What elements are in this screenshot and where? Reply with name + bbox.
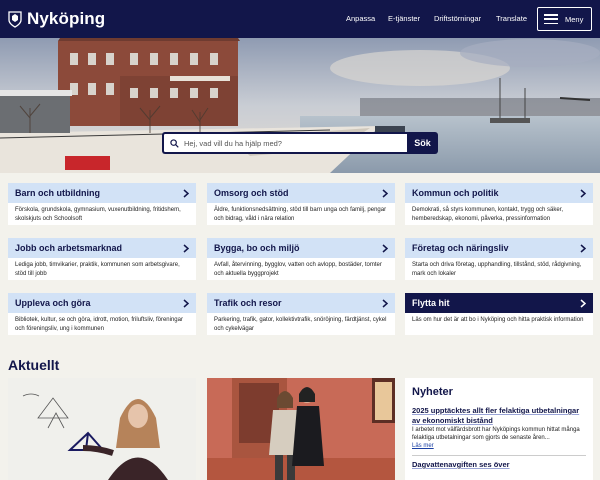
card-header: Kommun och politik (405, 183, 593, 203)
card-description: Läs om hur det är att bo i Nyköping och … (412, 317, 584, 323)
news-item: Dagvattenavgiften ses över (412, 460, 586, 470)
card-title: Kommun och politik (412, 188, 499, 198)
card-description: Bibliotek, kultur, se och göra, idrott, … (15, 317, 183, 332)
card-header: Jobb och arbetsmarknad (8, 238, 196, 258)
chevron-right-icon (183, 243, 189, 253)
chevron-right-icon (580, 298, 586, 308)
chevron-right-icon (183, 298, 189, 308)
card-flytta-hit[interactable]: Flytta hit Läs om hur det är att bo i Ny… (405, 293, 593, 335)
nav-driftstorningar[interactable]: Driftstörningar (434, 14, 481, 23)
aktuellt-heading: Aktuellt (8, 357, 60, 373)
card-header: Företag och näringsliv (405, 238, 593, 258)
card-title: Jobb och arbetsmarknad (15, 243, 123, 253)
card-header: Uppleva och göra (8, 293, 196, 313)
news-item-title[interactable]: 2025 upptäcktes allt fler felaktiga utbe… (412, 406, 586, 425)
chevron-right-icon (382, 188, 388, 198)
card-description: Förskola, grundskola, gymnasium, vuxenut… (15, 207, 181, 222)
search-bar: Sök (162, 132, 438, 154)
card-description: Parkering, trafik, gator, kollektivtrafi… (214, 317, 387, 332)
site-logo[interactable]: Nyköping (8, 9, 105, 29)
card-omsorg-och-stod[interactable]: Omsorg och stöd Äldre, funktionsnedsättn… (207, 183, 395, 225)
search-button[interactable]: Sök (407, 132, 438, 154)
teacher-photo (8, 378, 196, 480)
news-panel: Nyheter 2025 upptäcktes allt fler felakt… (405, 378, 593, 480)
hamburger-icon (544, 14, 558, 24)
card-description: Demokrati, så styrs kommunen, kontakt, t… (412, 207, 564, 222)
card-header: Barn och utbildning (8, 183, 196, 203)
chevron-right-icon (382, 243, 388, 253)
chevron-right-icon (183, 188, 189, 198)
card-title: Barn och utbildning (15, 188, 100, 198)
people-photo (207, 378, 395, 480)
news-item-text: I arbetet mot välfärdsbrott har Nyköping… (412, 427, 580, 441)
hero-image: Sök (0, 38, 600, 173)
logo-text: Nyköping (27, 9, 106, 28)
card-title: Uppleva och göra (15, 298, 91, 308)
card-description: Starta och driva företag, upphandling, t… (412, 262, 582, 277)
card-description: Äldre, funktionsnedsättning, stöd till b… (214, 207, 387, 222)
nav-anpassa[interactable]: Anpassa (346, 14, 375, 23)
nav-translate[interactable]: Translate (496, 14, 527, 23)
card-bygga-bo-och-miljo[interactable]: Bygga, bo och miljö Avfall, återvinning,… (207, 238, 395, 280)
card-description: Avfall, återvinning, bygglov, vatten och… (214, 262, 382, 277)
news-heading: Nyheter (412, 386, 453, 398)
news-item-title[interactable]: Dagvattenavgiften ses över (412, 460, 586, 470)
card-title: Trafik och resor (214, 298, 282, 308)
chevron-right-icon (382, 298, 388, 308)
card-barn-och-utbildning[interactable]: Barn och utbildning Förskola, grundskola… (8, 183, 196, 225)
card-jobb-och-arbetsmarknad[interactable]: Jobb och arbetsmarknad Lediga jobb, timv… (8, 238, 196, 280)
card-title: Företag och näringsliv (412, 243, 509, 253)
chevron-right-icon (580, 243, 586, 253)
search-icon (170, 139, 179, 148)
card-uppleva-och-gora[interactable]: Uppleva och göra Bibliotek, kultur, se o… (8, 293, 196, 335)
card-header: Omsorg och stöd (207, 183, 395, 203)
read-more-link[interactable]: Läs mer (412, 443, 586, 449)
card-foretag-och-naringsliv[interactable]: Företag och näringsliv Starta och driva … (405, 238, 593, 280)
card-header: Bygga, bo och miljö (207, 238, 395, 258)
card-kommun-och-politik[interactable]: Kommun och politik Demokrati, så styrs k… (405, 183, 593, 225)
card-title: Omsorg och stöd (214, 188, 289, 198)
card-trafik-och-resor[interactable]: Trafik och resor Parkering, trafik, gato… (207, 293, 395, 335)
nav-e-tjanster[interactable]: E-tjänster (388, 14, 420, 23)
card-title: Flytta hit (412, 298, 450, 308)
chevron-right-icon (580, 188, 586, 198)
news-item: 2025 upptäcktes allt fler felaktiga utbe… (412, 406, 586, 449)
divider (412, 455, 586, 456)
card-title: Bygga, bo och miljö (214, 243, 300, 253)
coat-of-arms-icon (8, 10, 22, 28)
news-image-people[interactable] (207, 378, 395, 480)
news-image-teacher[interactable] (8, 378, 196, 480)
card-header: Trafik och resor (207, 293, 395, 313)
card-description: Lediga jobb, timvikarier, praktik, kommu… (15, 262, 180, 277)
menu-label: Meny (565, 14, 584, 24)
card-header: Flytta hit (405, 293, 593, 313)
site-header: Nyköping Anpassa E-tjänster Driftstörnin… (0, 0, 600, 38)
menu-button[interactable]: Meny (537, 7, 592, 31)
search-input[interactable] (162, 132, 407, 154)
